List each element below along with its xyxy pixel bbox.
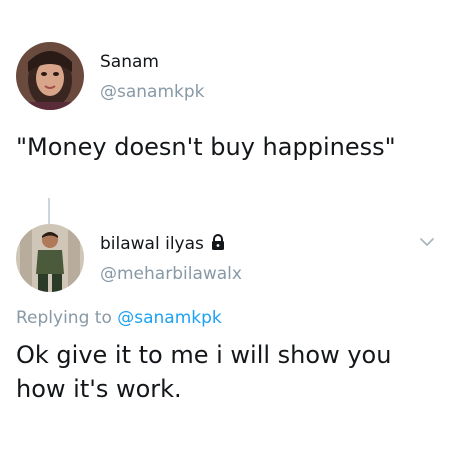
replying-to-line: Replying to @sanamkpk: [16, 308, 222, 328]
sanam-avatar[interactable]: [16, 42, 84, 110]
author-name[interactable]: bilawal ilyas: [100, 234, 226, 256]
tweet-text: Ok give it to me i will show you how it'…: [16, 341, 392, 403]
author-handle[interactable]: @sanamkpk: [100, 82, 205, 102]
lock-icon: [210, 234, 226, 256]
avatar-woman-icon: [16, 42, 84, 110]
thread-connector-line: [48, 198, 50, 224]
avatar-man-icon: [16, 224, 84, 292]
replying-to-mention-link[interactable]: @sanamkpk: [117, 308, 222, 328]
author-name[interactable]: Sanam: [100, 52, 159, 72]
tweet-text: "Money doesn't buy happiness": [16, 133, 396, 161]
bilawal-avatar[interactable]: [16, 224, 84, 292]
author-name-text[interactable]: bilawal ilyas: [100, 234, 204, 254]
replying-to-label: Replying to: [16, 308, 112, 328]
chevron-down-icon[interactable]: [417, 232, 437, 252]
author-handle[interactable]: @meharbilawalx: [100, 264, 242, 284]
